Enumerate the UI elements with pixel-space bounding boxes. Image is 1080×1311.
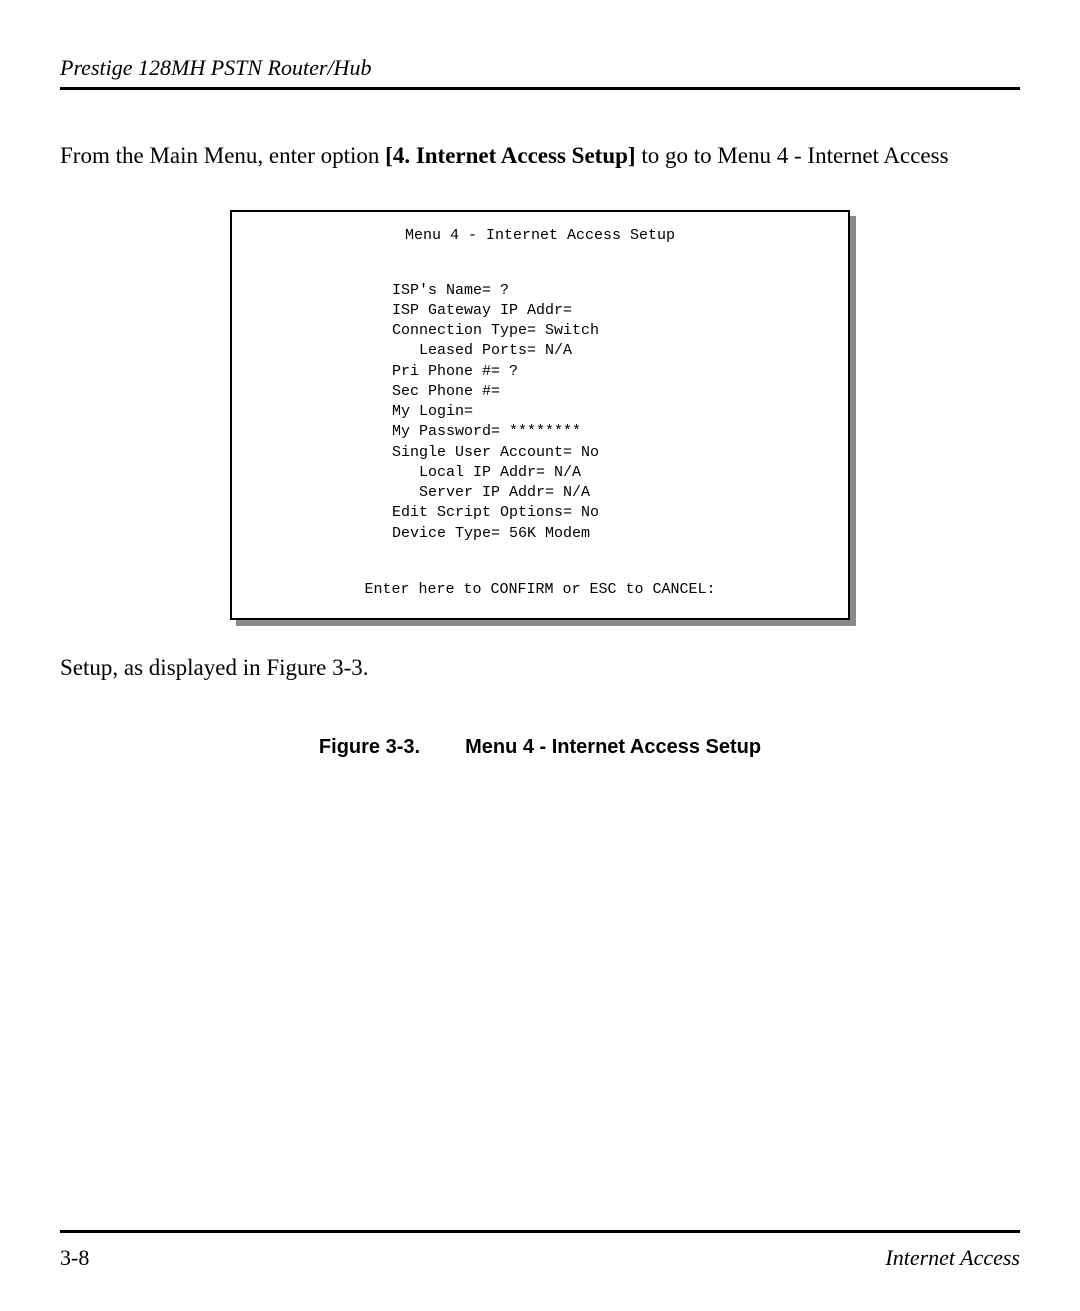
- menu-box-shadow: Menu 4 - Internet Access Setup ISP's Nam…: [230, 210, 850, 620]
- intro-suffix: to go to Menu 4 - Internet Access: [636, 143, 949, 168]
- page-header: Prestige 128MH PSTN Router/Hub: [60, 55, 1020, 90]
- menu-line: Sec Phone #=: [392, 383, 500, 400]
- figure-caption: Figure 3-3. Menu 4 - Internet Access Setu…: [60, 736, 1020, 759]
- intro-bold: [4. Internet Access Setup]: [385, 143, 635, 168]
- menu-line: Connection Type= Switch: [392, 322, 599, 339]
- figure-title: Menu 4 - Internet Access Setup: [465, 736, 761, 758]
- menu-footer: Enter here to CONFIRM or ESC to CANCEL:: [252, 580, 828, 600]
- menu-line: ISP Gateway IP Addr=: [392, 302, 572, 319]
- after-text: Setup, as displayed in Figure 3-3.: [60, 655, 1020, 681]
- footer-section: Internet Access: [885, 1245, 1020, 1271]
- menu-line: My Login=: [392, 403, 473, 420]
- menu-line: ISP's Name= ?: [392, 282, 509, 299]
- menu-line: Edit Script Options= No: [392, 504, 599, 521]
- figure-number: Figure 3-3.: [319, 736, 420, 759]
- menu-body: ISP's Name= ? ISP Gateway IP Addr= Conne…: [252, 260, 828, 544]
- intro-prefix: From the Main Menu, enter option: [60, 143, 385, 168]
- menu-line: Leased Ports= N/A: [392, 342, 572, 359]
- menu-box-container: Menu 4 - Internet Access Setup ISP's Nam…: [60, 210, 1020, 620]
- menu-box: Menu 4 - Internet Access Setup ISP's Nam…: [230, 210, 850, 620]
- menu-line: Single User Account= No: [392, 444, 599, 461]
- page-number: 3-8: [60, 1245, 89, 1271]
- menu-line: Server IP Addr= N/A: [392, 484, 590, 501]
- intro-paragraph: From the Main Menu, enter option [4. Int…: [60, 140, 1020, 172]
- menu-line: Device Type= 56K Modem: [392, 525, 590, 542]
- header-title: Prestige 128MH PSTN Router/Hub: [60, 55, 371, 80]
- menu-line: Local IP Addr= N/A: [392, 464, 581, 481]
- menu-line: My Password= ********: [392, 423, 581, 440]
- menu-title: Menu 4 - Internet Access Setup: [252, 226, 828, 246]
- menu-line: Pri Phone #= ?: [392, 363, 518, 380]
- page-footer: 3-8 Internet Access: [60, 1230, 1020, 1271]
